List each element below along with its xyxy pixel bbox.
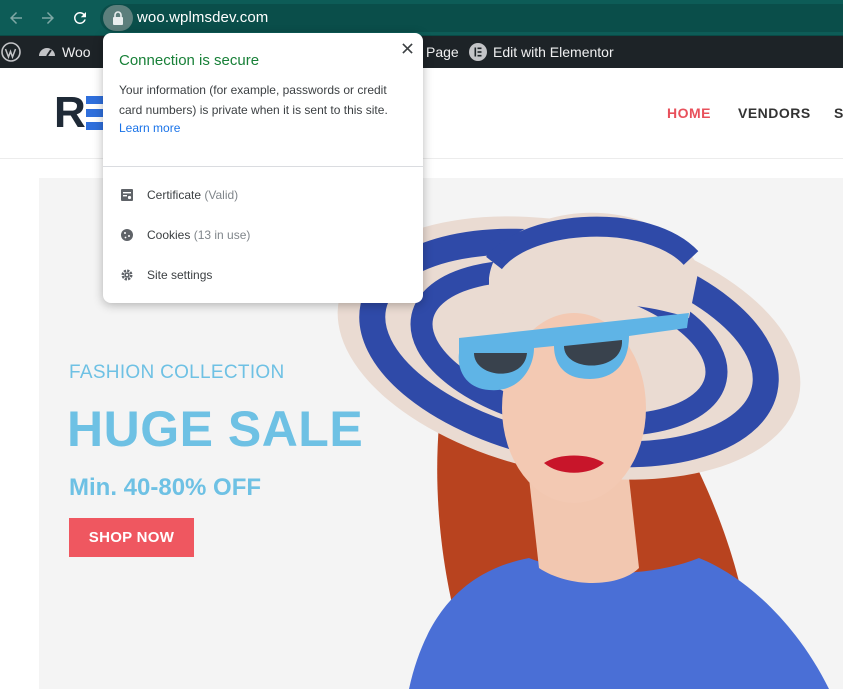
cookies-row[interactable]: Cookies (13 in use) (103, 215, 423, 255)
close-icon (401, 42, 413, 54)
cookies-status: (13 in use) (193, 228, 251, 242)
wordpress-icon (1, 42, 21, 62)
gear-icon (121, 269, 133, 281)
hero-title: HUGE SALE (67, 401, 364, 457)
nav-vendors[interactable]: VENDORS (738, 105, 811, 121)
admin-site-link[interactable]: Woo (62, 36, 91, 68)
dashboard-icon (39, 48, 55, 57)
logo-mark: R (54, 88, 86, 137)
certificate-label: Certificate (147, 188, 202, 202)
certificate-icon (121, 189, 133, 201)
learn-more-link[interactable]: Learn more (119, 121, 180, 135)
reload-icon (73, 11, 86, 24)
close-button[interactable] (397, 38, 417, 58)
divider (103, 166, 423, 167)
browser-toolbar: woo.wplmsdev.com (0, 0, 843, 36)
site-settings-row[interactable]: Site settings (103, 255, 423, 295)
lock-icon (113, 11, 123, 25)
nav-partial[interactable]: S (834, 105, 843, 121)
arrow-left-icon (10, 12, 22, 24)
wp-logo-button[interactable] (1, 36, 21, 68)
edit-with-elementor-link[interactable]: Edit with Elementor (493, 36, 614, 68)
admin-page-link[interactable]: Page (426, 36, 459, 68)
connection-description: Your information (for example, passwords… (119, 83, 388, 117)
certificate-status: (Valid) (204, 188, 239, 202)
site-settings-label: Site settings (147, 268, 213, 282)
back-button[interactable] (4, 6, 28, 30)
cookie-icon (121, 229, 133, 241)
elementor-icon (469, 43, 487, 61)
hero-subtitle: Min. 40-80% OFF (69, 474, 262, 501)
cookies-label: Cookies (147, 228, 191, 242)
elementor-icon-button[interactable] (468, 36, 488, 68)
reload-button[interactable] (68, 6, 92, 30)
site-info-button[interactable] (103, 5, 133, 31)
shop-now-button[interactable]: SHOP NOW (69, 518, 194, 557)
forward-button[interactable] (36, 6, 60, 30)
site-logo[interactable]: R (54, 88, 108, 137)
url-text[interactable]: woo.wplmsdev.com (137, 9, 268, 26)
site-info-popup: Connection is secure Your information (f… (103, 33, 423, 303)
certificate-row[interactable]: Certificate (Valid) (103, 175, 423, 215)
arrow-right-icon (42, 12, 54, 24)
hero-eyebrow: FASHION COLLECTION (69, 362, 285, 383)
connection-status-title: Connection is secure (119, 52, 260, 69)
nav-home[interactable]: HOME (667, 105, 711, 121)
dashboard-icon-button[interactable] (37, 36, 57, 68)
